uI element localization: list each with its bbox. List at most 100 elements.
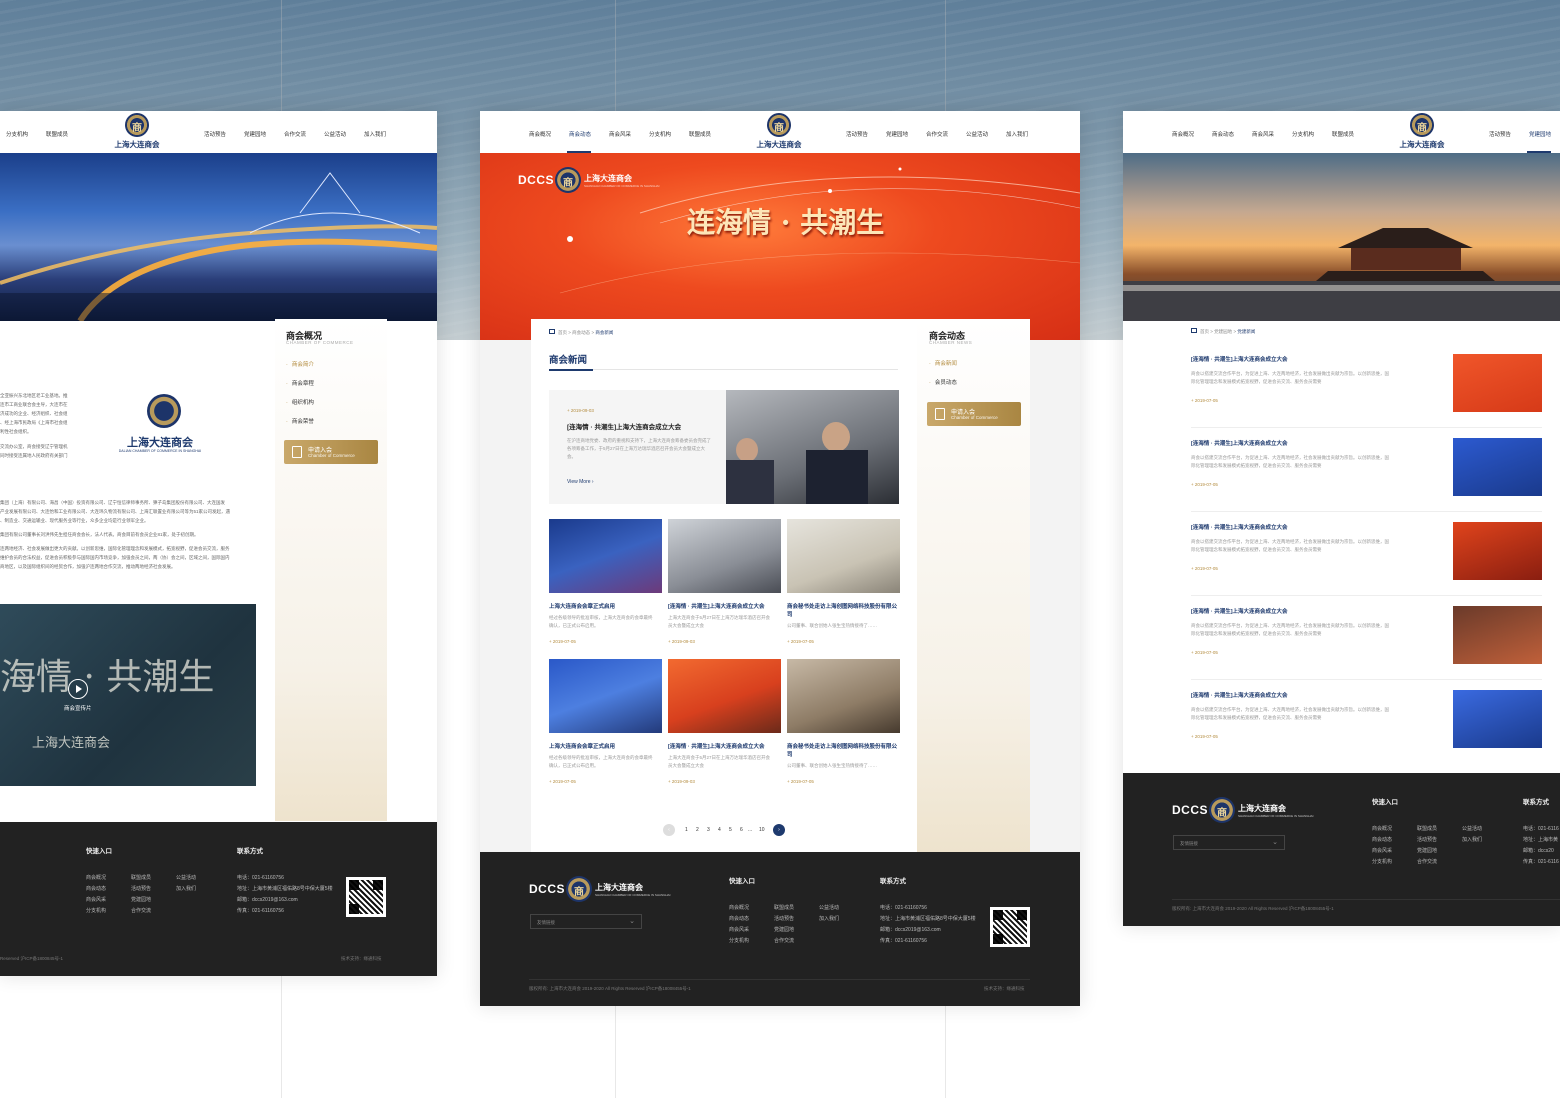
page-number[interactable]: 4 xyxy=(718,827,721,833)
nav-party[interactable]: 党建园地 xyxy=(1529,130,1551,138)
nav-charity[interactable]: 公益活动 xyxy=(966,130,988,138)
nav-events[interactable]: 活动预告 xyxy=(846,130,868,138)
news-card-photo xyxy=(787,519,900,593)
nav-members[interactable]: 联盟成员 xyxy=(1332,130,1354,138)
news-card[interactable]: 上海大连商会会章正式启用 经过各级领导的批准审核，上海大连商会的会章最终确认，已正… xyxy=(549,659,662,789)
nav-branch[interactable]: 分支机构 xyxy=(1292,130,1314,138)
nav-party[interactable]: 党建园地 xyxy=(244,130,266,138)
footer-link[interactable]: 加入我们 xyxy=(176,885,196,892)
footer-link[interactable]: 联盟成员 xyxy=(774,904,794,911)
footer-link[interactable]: 活动预告 xyxy=(131,885,151,892)
news-card[interactable]: 商会秘书处走访上海创图网络科技股份有限公司 公司董事、联合创始人张生宝热情接待了…… xyxy=(787,519,900,649)
news-item-desc: 商会以搭建交流合作平台，为促进上海、大连两地经济，社会发展做出贡献为宗旨。以创新… xyxy=(1191,455,1389,468)
nav-branch[interactable]: 分支机构 xyxy=(6,130,28,138)
footer-link[interactable]: 合作交流 xyxy=(131,907,151,914)
apply-membership-button[interactable]: 申请入会 Chamber of Commerce xyxy=(927,402,1021,426)
footer-link[interactable]: 分支机构 xyxy=(1372,858,1392,865)
news-card-desc: 经过各级领导的批准审核，上海大连商会的会章最终确认，已正式公布启用。 xyxy=(549,755,653,768)
news-item-date: + 2019-07-05 xyxy=(1191,482,1218,487)
footer-link[interactable]: 商会动态 xyxy=(729,915,749,922)
footer-link[interactable]: 公益活动 xyxy=(176,874,196,881)
page-number[interactable]: 10 xyxy=(759,827,765,833)
footer-link[interactable]: 活动预告 xyxy=(1417,836,1437,843)
sidebar-item-news[interactable]: 商会新闻 xyxy=(929,359,957,367)
apply-membership-button[interactable]: 申请入会 Chamber of Commerce xyxy=(284,440,378,464)
sidebar-item-member-news[interactable]: 会员动态 xyxy=(929,378,957,386)
news-card[interactable]: [连海情 · 共潮生]上海大连商会成立大会 上海大连商会于5月27日在上海万达瑞华… xyxy=(668,519,781,649)
page-number[interactable]: 2 xyxy=(696,827,699,833)
news-card[interactable]: [连海情 · 共潮生]上海大连商会成立大会 上海大连商会于5月27日在上海万达瑞华… xyxy=(668,659,781,789)
footer-link[interactable]: 党建园地 xyxy=(774,926,794,933)
nav-about[interactable]: 商会概况 xyxy=(1172,130,1194,138)
page-number[interactable]: 3 xyxy=(707,827,710,833)
nav-cooperation[interactable]: 合作交流 xyxy=(926,130,948,138)
footer-link[interactable]: 商会动态 xyxy=(1372,836,1392,843)
nav-join[interactable]: 加入我们 xyxy=(1006,130,1028,138)
news-item-title: [连海情 · 共潮生]上海大连商会成立大会 xyxy=(1191,693,1288,699)
footer-link[interactable]: 商会风采 xyxy=(729,926,749,933)
news-list-item[interactable]: [连海情 · 共潮生]上海大连商会成立大会 商会以搭建交流合作平台，为促进上海、大… xyxy=(1191,606,1542,680)
footer-link[interactable]: 商会概况 xyxy=(1372,825,1392,832)
site-logo[interactable]: 上海大连商会 xyxy=(112,113,162,151)
footer-link[interactable]: 商会概况 xyxy=(86,874,106,881)
site-logo[interactable]: 上海大连商会 xyxy=(754,113,804,151)
news-list-item[interactable]: [连海情 · 共潮生]上海大连商会成立大会 商会以搭建交流合作平台，为促进上海、大… xyxy=(1191,522,1542,596)
news-item-title: [连海情 · 共潮生]上海大连商会成立大会 xyxy=(1191,441,1288,447)
news-list-item[interactable]: [连海情 · 共潮生]上海大连商会成立大会 商会以搭建交流合作平台，为促进上海、大… xyxy=(1191,690,1542,756)
next-page-button[interactable]: › xyxy=(773,824,785,836)
promo-video[interactable]: 海情 · 共潮生 商会宣传片 上海大连商会 xyxy=(0,604,256,786)
footer-link[interactable]: 联盟成员 xyxy=(1417,825,1437,832)
nav-members[interactable]: 联盟成员 xyxy=(689,130,711,138)
nav-style[interactable]: 商会风采 xyxy=(609,130,631,138)
sidebar-item-intro[interactable]: 商会简介 xyxy=(286,360,314,368)
nav-news[interactable]: 商会动态 xyxy=(569,130,591,138)
nav-charity[interactable]: 公益活动 xyxy=(324,130,346,138)
site-logo[interactable]: 上海大连商会 xyxy=(1397,113,1447,151)
nav-events[interactable]: 活动预告 xyxy=(204,130,226,138)
footer-link[interactable]: 加入我们 xyxy=(819,915,839,922)
intro-text-part1: 全亚振兴东北地区老工业基地。推 连市工商业联合会主导，大连市在 济成功的企业、经济组… xyxy=(0,393,68,458)
footer-link[interactable]: 联盟成员 xyxy=(131,874,151,881)
footer-link[interactable]: 公益活动 xyxy=(1462,825,1482,832)
page-number[interactable]: 1 xyxy=(685,827,688,833)
footer-link[interactable]: 活动预告 xyxy=(774,915,794,922)
nav-style[interactable]: 商会风采 xyxy=(1252,130,1274,138)
nav-party[interactable]: 党建园地 xyxy=(886,130,908,138)
prev-page-button[interactable]: ‹ xyxy=(663,824,675,836)
page-number[interactable]: 5 xyxy=(729,827,732,833)
right-page-party-news: 商会概况 商会动态 商会风采 分支机构 联盟成员 上海大连商会 活动预告 党建园… xyxy=(1123,111,1560,926)
footer-link[interactable]: 公益活动 xyxy=(819,904,839,911)
footer-link[interactable]: 合作交流 xyxy=(774,937,794,944)
news-card[interactable]: 上海大连商会会章正式启用 经过各级领导的批准审核，上海大连商会的会章最终确认，已正… xyxy=(549,519,662,649)
footer-link[interactable]: 党建园地 xyxy=(1417,847,1437,854)
page-number[interactable]: 6 xyxy=(740,827,743,833)
sidebar-item-organization[interactable]: 组织机构 xyxy=(286,398,314,406)
footer-link[interactable]: 分支机构 xyxy=(86,907,106,914)
sidebar-item-charter[interactable]: 商会章程 xyxy=(286,379,314,387)
news-item-date: + 2019-07-05 xyxy=(1191,566,1218,571)
nav-events[interactable]: 活动预告 xyxy=(1489,130,1511,138)
nav-members[interactable]: 联盟成员 xyxy=(46,130,68,138)
footer-link[interactable]: 分支机构 xyxy=(729,937,749,944)
friend-links-select[interactable]: 友情链接 xyxy=(1173,835,1285,850)
nav-news[interactable]: 商会动态 xyxy=(1212,130,1234,138)
friend-links-select[interactable]: 友情链接 xyxy=(530,914,642,929)
footer-link[interactable]: 合作交流 xyxy=(1417,858,1437,865)
footer-link[interactable]: 加入我们 xyxy=(1462,836,1482,843)
play-icon[interactable] xyxy=(68,679,88,699)
nav-branch[interactable]: 分支机构 xyxy=(649,130,671,138)
news-card[interactable]: 商会秘书处走访上海创图网络科技股份有限公司 公司董事、联合创始人张生宝热情接待了…… xyxy=(787,659,900,789)
footer-link[interactable]: 党建园地 xyxy=(131,896,151,903)
footer-link[interactable]: 商会风采 xyxy=(86,896,106,903)
footer-link[interactable]: 商会动态 xyxy=(86,885,106,892)
featured-news[interactable]: + 2019-09-03 [连海情 · 共潮生]上海大连商会成立大会 在沪连商地… xyxy=(549,390,899,504)
view-more-link[interactable]: View More › xyxy=(567,479,594,485)
footer-link[interactable]: 商会风采 xyxy=(1372,847,1392,854)
nav-about[interactable]: 商会概况 xyxy=(529,130,551,138)
news-list-item[interactable]: [连海情 · 共潮生]上海大连商会成立大会商会以搭建交流合作平台，为促进上海、大… xyxy=(1191,438,1542,512)
footer-link[interactable]: 商会概况 xyxy=(729,904,749,911)
news-list-item[interactable]: [连海情 · 共潮生]上海大连商会成立大会 商会以搭建交流合作平台，为促进上海、大… xyxy=(1191,354,1542,428)
sidebar-item-honors[interactable]: 商会荣誉 xyxy=(286,417,314,425)
nav-cooperation[interactable]: 合作交流 xyxy=(284,130,306,138)
nav-join[interactable]: 加入我们 xyxy=(364,130,386,138)
